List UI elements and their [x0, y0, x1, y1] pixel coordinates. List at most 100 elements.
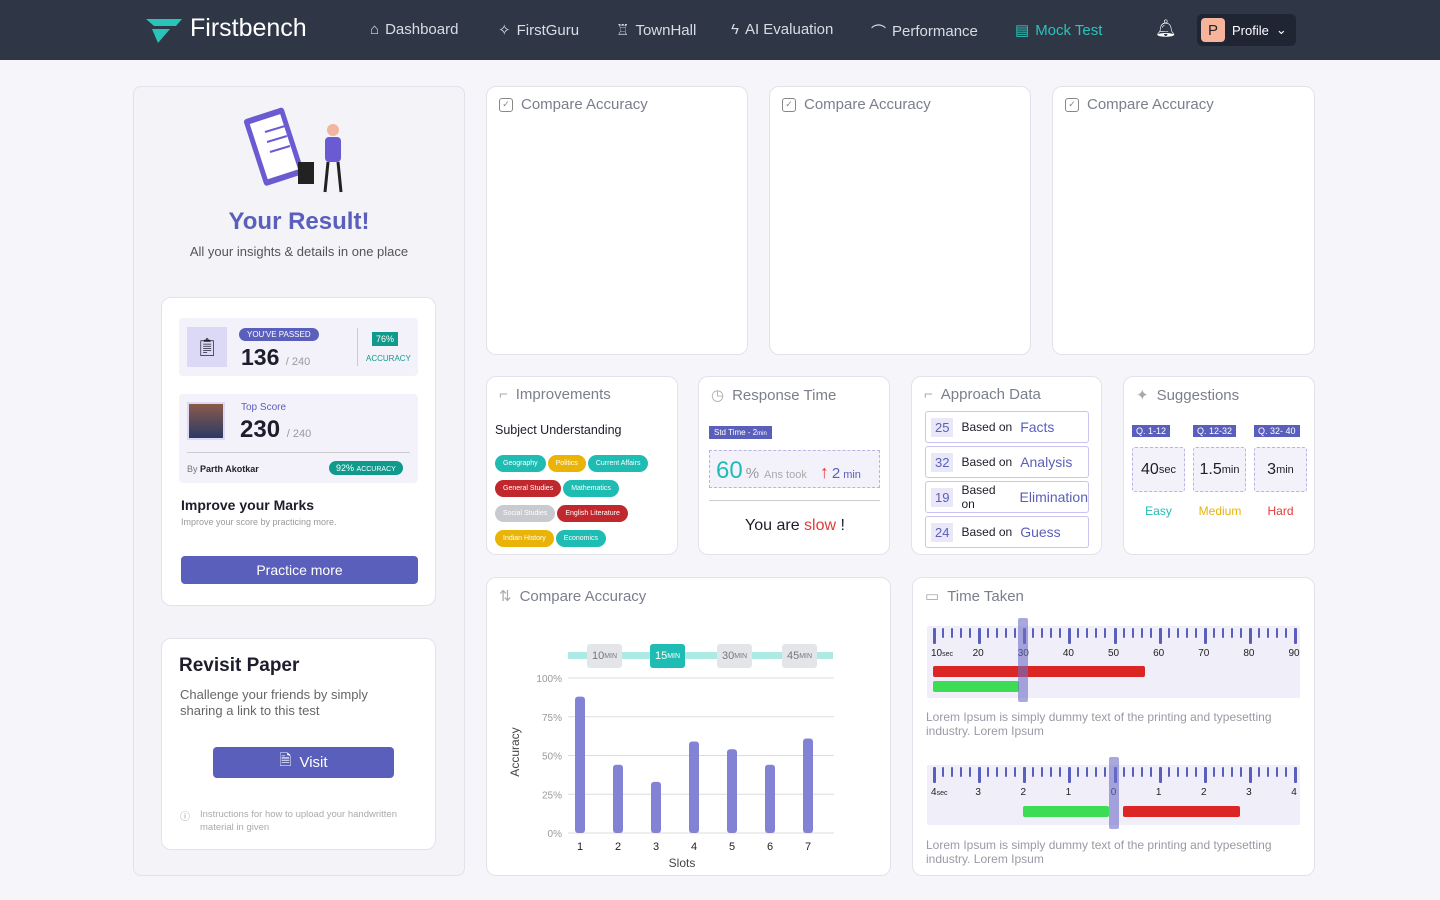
ans-took-label: Ans took — [764, 469, 807, 481]
ruler-label: 70 — [1198, 648, 1210, 659]
nav-mock-test[interactable]: ▤ Mock Test — [1015, 21, 1102, 40]
y-tick-label: 75% — [542, 713, 562, 724]
approach-prefix: Based on — [961, 483, 996, 511]
time-ruler-1: 10sec2030405060708090 — [927, 618, 1300, 702]
subject-chip[interactable]: General Studies — [495, 480, 562, 497]
ruler-label: 3 — [1246, 787, 1252, 798]
ruler-tick — [1122, 628, 1125, 638]
home-icon: ⌂ — [370, 21, 380, 38]
profile-menu[interactable]: P Profile ⌄ — [1197, 14, 1296, 46]
subject-chip[interactable]: Social Studies — [495, 505, 556, 522]
ruler-tick — [1104, 628, 1107, 638]
nav-ai-evaluation[interactable]: ϟ AI Evaluation — [731, 21, 833, 38]
ruler-tick — [960, 628, 963, 638]
ruler-tick — [1104, 767, 1107, 777]
brand-logo[interactable]: Firstbench — [146, 14, 307, 43]
ruler-tick — [1275, 628, 1278, 638]
nav-firstguru[interactable]: ✧ FirstGuru — [498, 21, 579, 40]
ruler-tick — [1221, 628, 1224, 638]
ruler-tick — [1077, 628, 1080, 638]
subject-chip[interactable]: English Literature — [557, 505, 628, 522]
ruler-tick — [1176, 628, 1179, 638]
time-unit: min — [1276, 463, 1294, 476]
subject-chip[interactable]: Politics — [547, 455, 586, 472]
ruler-label: 50 — [1107, 648, 1120, 659]
improvements-card: ⌐ Improvements Subject Understanding Geog… — [486, 376, 678, 555]
time-value: 3 — [1267, 460, 1277, 478]
subject-chip[interactable]: Geography — [495, 455, 546, 472]
card-title: Time Taken — [947, 587, 1024, 605]
subject-chip[interactable]: Current Affairs — [587, 455, 649, 472]
result-title: Your Result! — [228, 208, 370, 235]
accuracy-label: ACCURACY — [366, 354, 411, 363]
card-title: Compare Accuracy — [1087, 96, 1214, 113]
ruler-tick — [1194, 628, 1197, 638]
compare-accuracy-card-2: ✓ Compare Accuracy — [769, 86, 1031, 355]
nav-label: TownHall — [635, 21, 697, 39]
x-tick-label: 7 — [805, 841, 811, 853]
card-title: Approach Data — [940, 386, 1041, 403]
bar — [613, 764, 623, 833]
sparkles-icon: ✦ — [1136, 387, 1149, 404]
stairs-icon: ⌐ — [924, 386, 933, 403]
ruler-tick — [1140, 628, 1143, 638]
ruler-marker-handle[interactable] — [1018, 618, 1029, 702]
arrow-up-icon: ↑ — [819, 462, 829, 482]
bell-icon[interactable]: 🔔︎ — [1155, 19, 1177, 39]
file-link-icon: 🗎︎ — [279, 752, 292, 769]
time-ruler-2: 4sec32101234 — [927, 757, 1300, 829]
divider — [709, 500, 880, 501]
question-range: Q. 12-32 — [1193, 425, 1237, 437]
ruler-tick — [1041, 767, 1044, 777]
subject-chip[interactable]: Indian History — [495, 530, 554, 547]
nav-performance[interactable]: ⌒ Performance — [871, 21, 978, 42]
ruler-tick — [1294, 628, 1297, 644]
sparkle-icon: ✧ — [498, 22, 511, 39]
approach-percent: 32 — [931, 452, 954, 472]
monitor-icon: ▭ — [925, 588, 940, 605]
ruler-tick — [1095, 767, 1098, 777]
result-subtitle: All your insights & details in one place — [189, 244, 409, 259]
info-icon: ⓘ — [180, 812, 190, 823]
percent-symbol: % — [745, 465, 760, 482]
compare-accuracy-card-1: ✓ Compare Accuracy — [486, 86, 748, 355]
clipboard-check-icon: 📋︎ — [187, 327, 227, 367]
subject-chip[interactable]: Mathematics — [563, 480, 619, 497]
approach-percent: 25 — [931, 417, 954, 437]
ruler-tick — [960, 767, 963, 777]
question-range: Q. 32- 40 — [1254, 425, 1300, 437]
verdict-suffix: ! — [836, 517, 845, 534]
time-description-2: Lorem Ipsum is simply dummy text of the … — [926, 838, 1272, 866]
approach-item-facts: 25 Based on Facts — [925, 411, 1089, 443]
ruler-tick — [1014, 767, 1017, 777]
subject-chip[interactable]: Economics — [555, 530, 607, 547]
checkbox-icon: ✓ — [1065, 97, 1079, 112]
ruler-tick — [951, 628, 954, 638]
top-scorer-avatar — [187, 402, 225, 440]
ruler-marker-handle[interactable] — [1108, 757, 1119, 829]
chevron-down-icon: ⌄ — [1275, 22, 1287, 37]
ruler-tick — [1284, 767, 1287, 777]
score: 136 — [241, 344, 280, 370]
ruler-label: 10sec — [931, 648, 954, 659]
ruler-tick — [1032, 767, 1035, 777]
suggested-time: 40 sec — [1132, 447, 1185, 492]
time-unit: sec — [1158, 463, 1176, 476]
ruler-tick — [951, 767, 954, 777]
accuracy-badge: 76% — [372, 332, 399, 346]
ruler-tick — [1257, 628, 1260, 638]
nav-dashboard[interactable]: ⌂ Dashboard — [370, 21, 458, 38]
practice-more-button[interactable]: Practice more — [181, 556, 418, 584]
top-score-total: / 240 — [286, 428, 312, 440]
visit-button[interactable]: 🗎︎ Visit — [213, 747, 394, 778]
approach-prefix: Based on — [961, 455, 1013, 469]
nav-townhall[interactable]: ♖ TownHall — [616, 21, 697, 40]
ruler-tick — [1185, 767, 1188, 777]
ruler-tick — [1140, 767, 1143, 777]
time-bar-green — [1023, 806, 1109, 817]
time-bar-green — [933, 681, 1019, 692]
top-accuracy-badge: 92% ACCURACY — [329, 461, 403, 475]
ruler-tick — [996, 767, 999, 777]
response-stat-box: 60% Ans took ↑ 2 min — [709, 450, 880, 488]
subject-chips: Geography Politics Current Affairs General … — [495, 452, 677, 552]
